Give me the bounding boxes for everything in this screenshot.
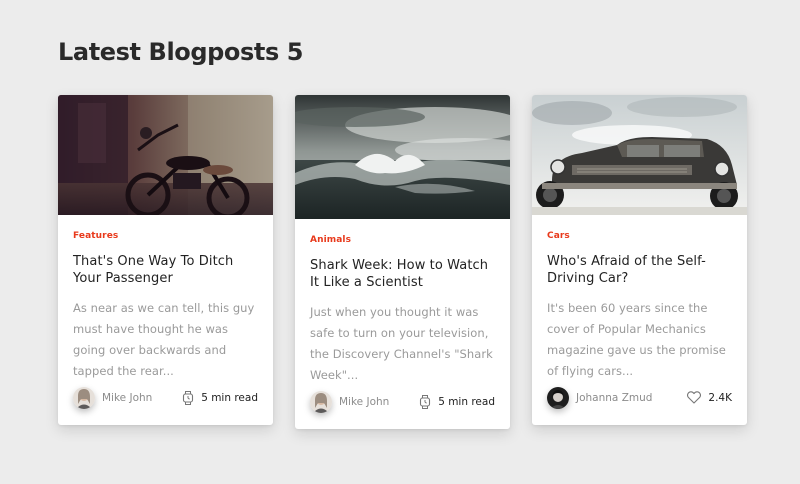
reading-time-text: 5 min read <box>201 392 258 404</box>
card-author[interactable]: Johanna Zmud <box>547 387 652 409</box>
reading-time: 5 min read <box>182 391 258 405</box>
card-author[interactable]: Mike John <box>73 387 152 409</box>
card-author[interactable]: Mike John <box>310 391 389 413</box>
card-excerpt: Just when you thought it was safe to tur… <box>310 305 493 382</box>
watch-icon <box>419 395 431 409</box>
avatar[interactable] <box>73 387 95 409</box>
card-category[interactable]: Features <box>73 230 258 242</box>
card-title[interactable]: That's One Way To Ditch Your Passenger <box>73 253 258 287</box>
avatar[interactable] <box>310 391 332 413</box>
likes[interactable]: 2.4K <box>687 391 732 405</box>
card-category[interactable]: Animals <box>310 234 495 246</box>
author-name[interactable]: Johanna Zmud <box>576 392 652 404</box>
card-footer: Mike John 5 min read <box>73 385 258 411</box>
card-excerpt: It's been 60 years since the cover of Po… <box>547 301 726 378</box>
heart-icon[interactable] <box>687 391 702 405</box>
reading-time-text: 5 min read <box>438 396 495 408</box>
card-thumbnail-motorcycle[interactable] <box>58 95 273 215</box>
card-category[interactable]: Cars <box>547 230 732 242</box>
vintage-truck-image <box>532 95 747 215</box>
author-name[interactable]: Mike John <box>339 396 389 408</box>
page-heading: Latest Blogposts 5 <box>58 38 304 66</box>
blog-card-motorcycle[interactable]: Features That's One Way To Ditch Your Pa… <box>58 95 273 425</box>
author-name[interactable]: Mike John <box>102 392 152 404</box>
card-footer: Johanna Zmud 2.4K <box>547 385 732 411</box>
card-excerpt: As near as we can tell, this guy must ha… <box>73 301 255 378</box>
card-title[interactable]: Who's Afraid of the Self-Driving Car? <box>547 253 732 287</box>
avatar[interactable] <box>547 387 569 409</box>
watch-icon <box>182 391 194 405</box>
motorcycle-image <box>58 95 273 215</box>
blog-card-shark-week[interactable]: Animals Shark Week: How to Watch It Like… <box>295 95 510 429</box>
reading-time: 5 min read <box>419 395 495 409</box>
card-thumbnail-truck[interactable] <box>532 95 747 215</box>
card-title[interactable]: Shark Week: How to Watch It Like a Scien… <box>310 257 495 291</box>
blog-page: Latest Blogposts 5 Features That's One W… <box>0 0 800 484</box>
ocean-wave-image <box>295 95 510 219</box>
card-footer: Mike John 5 min read <box>310 389 495 415</box>
likes-count: 2.4K <box>708 392 732 404</box>
blog-card-self-driving-car[interactable]: Cars Who's Afraid of the Self-Driving Ca… <box>532 95 747 425</box>
card-thumbnail-ocean[interactable] <box>295 95 510 219</box>
